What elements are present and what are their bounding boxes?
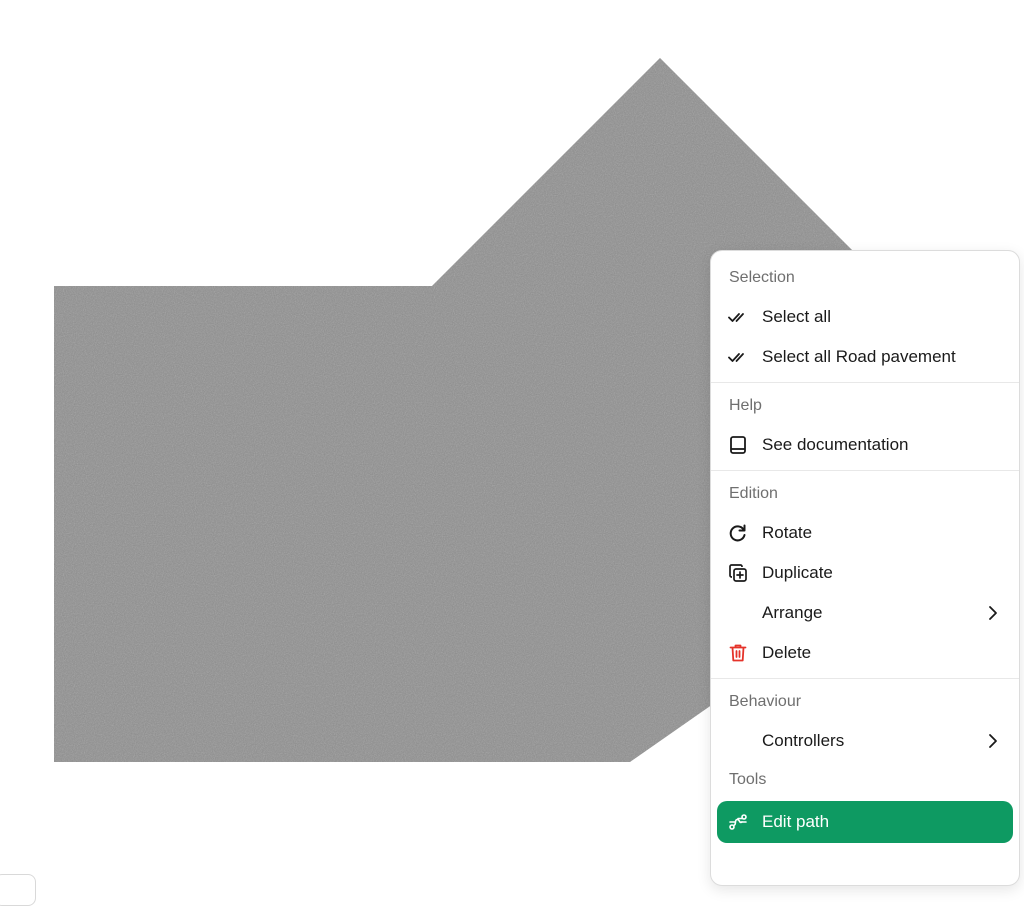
duplicate-icon bbox=[729, 564, 747, 582]
section-title-behaviour: Behaviour bbox=[729, 693, 802, 710]
menu-item-arrange[interactable]: Arrange bbox=[711, 593, 1019, 633]
trash-icon bbox=[729, 644, 747, 662]
double-check-icon bbox=[728, 313, 744, 322]
menu-item-label: Duplicate bbox=[762, 563, 833, 582]
chevron-right-icon bbox=[989, 734, 997, 748]
context-menu: Selection Select all Select all Road pav… bbox=[710, 250, 1020, 886]
section-title-edition: Edition bbox=[729, 485, 778, 502]
menu-item-controllers[interactable]: Controllers bbox=[711, 721, 1019, 761]
double-check-icon bbox=[728, 353, 744, 362]
menu-divider bbox=[711, 678, 1019, 679]
menu-item-label: Select all bbox=[762, 307, 831, 326]
rotate-icon bbox=[729, 524, 746, 542]
menu-item-select-all[interactable]: Select all bbox=[711, 297, 1019, 337]
menu-item-label: Rotate bbox=[762, 523, 813, 542]
section-title-selection: Selection bbox=[729, 269, 795, 286]
menu-item-label: Delete bbox=[762, 643, 812, 662]
menu-item-select-all-type[interactable]: Select all Road pavement bbox=[711, 337, 1019, 377]
canvas-corner-control[interactable] bbox=[0, 874, 36, 906]
menu-item-see-documentation[interactable]: See documentation bbox=[711, 425, 1019, 465]
menu-item-rotate[interactable]: Rotate bbox=[711, 513, 1019, 553]
menu-item-duplicate[interactable]: Duplicate bbox=[711, 553, 1019, 593]
menu-divider bbox=[711, 382, 1019, 383]
menu-item-label: Edit path bbox=[762, 812, 830, 831]
section-title-help: Help bbox=[729, 397, 762, 414]
chevron-right-icon bbox=[989, 606, 997, 620]
path-edit-icon bbox=[729, 814, 747, 830]
menu-item-delete[interactable]: Delete bbox=[711, 633, 1019, 673]
menu-item-label: See documentation bbox=[762, 435, 909, 454]
menu-item-label: Arrange bbox=[762, 603, 823, 622]
book-icon bbox=[730, 436, 746, 454]
menu-item-label: Select all Road pavement bbox=[762, 347, 956, 366]
menu-item-label: Controllers bbox=[762, 731, 845, 750]
menu-divider bbox=[711, 470, 1019, 471]
menu-item-edit-path[interactable]: Edit path bbox=[717, 801, 1013, 843]
section-title-tools: Tools bbox=[729, 771, 767, 788]
